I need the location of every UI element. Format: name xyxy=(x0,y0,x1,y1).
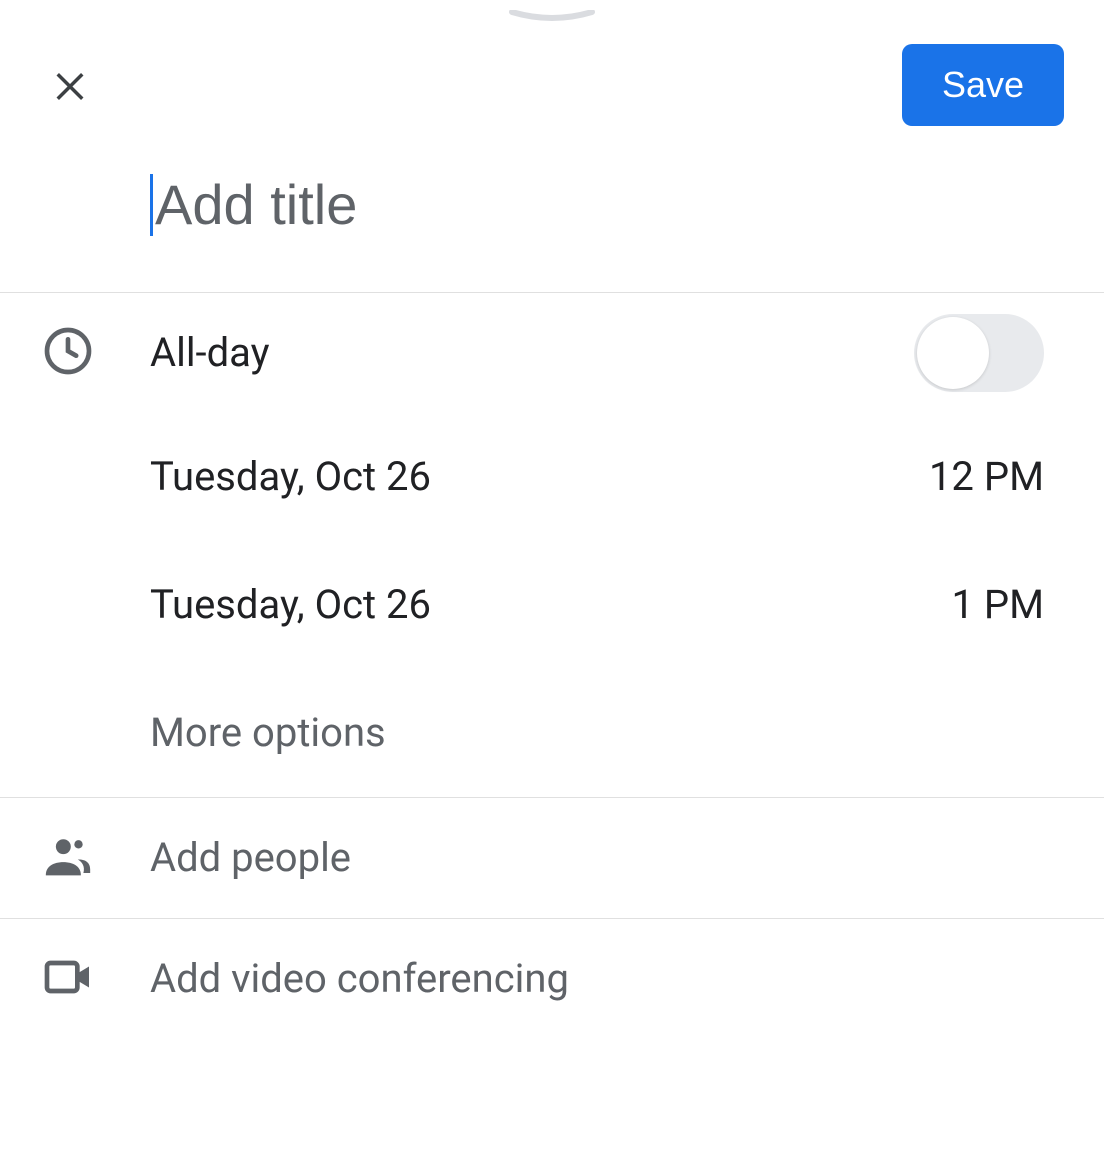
close-icon xyxy=(49,63,91,108)
end-date[interactable]: Tuesday, Oct 26 xyxy=(150,581,951,628)
add-people-label: Add people xyxy=(150,834,351,881)
header-bar: Save xyxy=(0,24,1104,134)
people-icon xyxy=(40,828,96,888)
add-video-row[interactable]: Add video conferencing xyxy=(0,919,1104,1039)
time-section: All-day Tuesday, Oct 26 12 PM Tuesday, O… xyxy=(0,293,1104,798)
start-datetime-row: Tuesday, Oct 26 12 PM xyxy=(0,413,1104,541)
add-people-row[interactable]: Add people xyxy=(0,798,1104,918)
sheet-drag-handle[interactable] xyxy=(507,10,597,24)
video-icon xyxy=(40,949,96,1009)
all-day-label: All-day xyxy=(150,329,270,376)
end-datetime-row: Tuesday, Oct 26 1 PM xyxy=(0,541,1104,669)
add-video-label: Add video conferencing xyxy=(150,955,569,1002)
start-time[interactable]: 12 PM xyxy=(929,453,1044,500)
close-button[interactable] xyxy=(40,55,100,115)
event-title-input[interactable] xyxy=(150,174,1009,236)
more-options-link[interactable]: More options xyxy=(150,709,386,756)
clock-icon xyxy=(40,323,96,383)
title-section xyxy=(0,134,1104,293)
start-date[interactable]: Tuesday, Oct 26 xyxy=(150,453,929,500)
all-day-toggle[interactable] xyxy=(914,314,1044,392)
people-section: Add people xyxy=(0,798,1104,919)
end-time[interactable]: 1 PM xyxy=(951,581,1044,628)
save-button[interactable]: Save xyxy=(902,44,1064,126)
video-section: Add video conferencing xyxy=(0,919,1104,1039)
toggle-knob xyxy=(917,317,989,389)
